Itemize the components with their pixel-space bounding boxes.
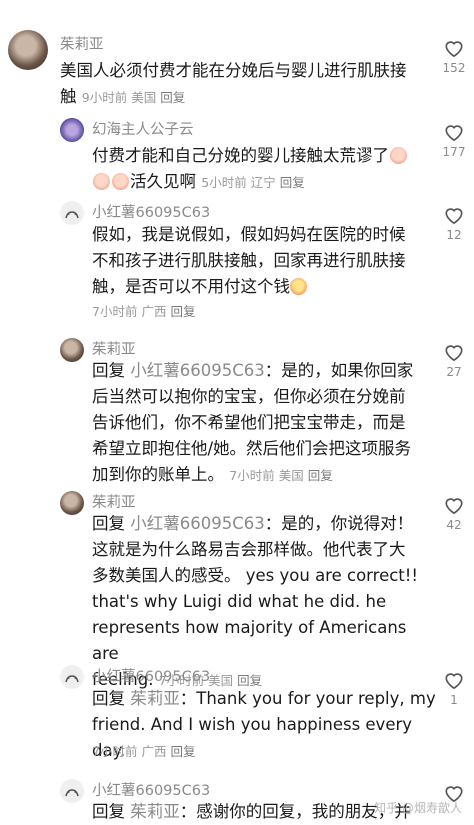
like-button[interactable]: 1 — [437, 670, 471, 707]
like-button[interactable]: 152 — [437, 38, 471, 75]
heart-outline-icon — [445, 498, 463, 515]
comment-meta: 7小时前 美国 回复 — [229, 468, 333, 483]
heart-outline-icon — [445, 673, 463, 690]
avatar[interactable] — [60, 491, 84, 515]
username[interactable]: 茱莉亚 — [92, 338, 136, 359]
watermark: 知乎 @烟寿歆人 — [374, 801, 462, 815]
like-count: 177 — [442, 145, 466, 159]
default-avatar-icon — [61, 666, 83, 688]
reply-button[interactable]: 回复 — [308, 468, 333, 483]
emoji-icon — [112, 173, 129, 190]
mention-link[interactable]: 茱莉亚 — [130, 802, 180, 821]
comment-3: 小红薯66095C63 假如，我是说假如，假如妈妈在医院的时候 不和孩子进行肌肤… — [0, 195, 474, 330]
like-button[interactable]: 12 — [437, 205, 471, 242]
comment-meta: 7小时前 广西 回复 — [92, 744, 196, 759]
avatar[interactable] — [60, 779, 84, 803]
like-count: 27 — [446, 365, 462, 379]
comment-text: 假如，我是说假如，假如妈妈在医院的时候 不和孩子进行肌肤接触，回家再进行肌肤接 … — [92, 225, 406, 296]
heart-outline-icon — [445, 41, 463, 58]
comment-text: 回复 小红薯66095C63：是的，如果你回家 后当然可以抱你的宝宝，但你必须在… — [92, 361, 414, 484]
like-count: 152 — [442, 61, 466, 75]
heart-outline-icon — [445, 125, 463, 142]
like-button[interactable]: 42 — [437, 495, 471, 532]
heart-outline-icon — [445, 345, 463, 362]
avatar[interactable] — [60, 665, 84, 689]
comment-2: 幻海主人公子云 付费才能和自己分娩的婴儿接触太荒谬了 活久见啊 5小时前 辽宁 … — [0, 110, 474, 195]
username[interactable]: 茱莉亚 — [60, 33, 104, 54]
reply-button[interactable]: 回复 — [160, 90, 185, 105]
heart-outline-icon — [445, 208, 463, 225]
comment-meta: 7小时前 广西 回复 — [92, 304, 196, 319]
comment-meta: 9小时前 美国 回复 — [81, 90, 186, 105]
comment-text: 付费才能和自己分娩的婴儿接触太荒谬了 活久见啊 5小时前 辽宁 回复 — [92, 143, 432, 196]
mention-link[interactable]: 小红薯66095C63 — [130, 361, 265, 380]
mention-link[interactable]: 茱莉亚 — [130, 689, 180, 708]
default-avatar-icon — [61, 202, 83, 224]
reply-button[interactable]: 回复 — [170, 304, 195, 319]
username[interactable]: 幻海主人公子云 — [92, 118, 194, 139]
comment-5: 茱莉亚 回复 小红薯66095C63：是的，你说得对！ 这就是为什么路易吉会那样… — [0, 485, 474, 689]
username[interactable]: 茱莉亚 — [92, 491, 136, 512]
emoji-icon — [93, 173, 110, 190]
comment-meta: 5小时前 辽宁 回复 — [201, 175, 305, 190]
comment-1: 茱莉亚 美国人必须付费才能在分娩后与婴儿进行肌肤接 触 9小时前 美国 回复 1… — [0, 0, 474, 110]
like-button[interactable]: 177 — [437, 122, 471, 159]
comment-text: 美国人必须付费才能在分娩后与婴儿进行肌肤接 触 9小时前 美国 回复 — [60, 61, 407, 106]
comment-6: 小红薯66095C63 回复 茱莉亚：Thank you for your re… — [0, 660, 474, 775]
username[interactable]: 小红薯66095C63 — [92, 201, 210, 222]
reply-button[interactable]: 回复 — [280, 175, 305, 190]
username[interactable]: 小红薯66095C63 — [92, 779, 210, 800]
avatar[interactable] — [60, 338, 84, 362]
reply-button[interactable]: 回复 — [170, 744, 195, 759]
default-avatar-icon — [61, 780, 83, 802]
like-count: 12 — [446, 228, 462, 242]
comment-4: 茱莉亚 回复 小红薯66095C63：是的，如果你回家 后当然可以抱你的宝宝，但… — [0, 330, 474, 485]
emoji-icon — [390, 147, 407, 164]
avatar[interactable] — [8, 30, 48, 70]
like-count: 1 — [450, 693, 458, 707]
crying-emoji-icon — [290, 278, 307, 295]
avatar[interactable] — [60, 201, 84, 225]
like-count: 42 — [446, 518, 462, 532]
like-button[interactable]: 27 — [437, 342, 471, 379]
username[interactable]: 小红薯66095C63 — [92, 665, 210, 686]
mention-link[interactable]: 小红薯66095C63 — [130, 514, 265, 533]
avatar[interactable] — [60, 118, 84, 142]
